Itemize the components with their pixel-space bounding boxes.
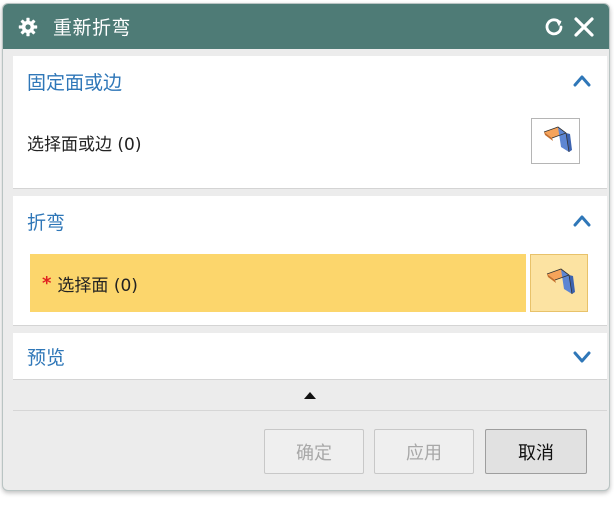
close-icon[interactable] <box>569 12 599 42</box>
cancel-button[interactable]: 取消 <box>485 429 587 474</box>
select-face-or-edge-button[interactable] <box>531 118 580 164</box>
group-label-fixed: 固定面或边 <box>27 71 123 94</box>
face-select-icon <box>543 126 572 153</box>
select-face-row[interactable]: * 选择面 (0) <box>30 254 526 312</box>
rebend-dialog: 重新折弯 固定面或边 选择面或边 (0) 折弯 * 选择面 (0) 预览 确定 … <box>2 3 610 491</box>
face-select-icon <box>546 268 575 295</box>
group-label-bend: 折弯 <box>27 211 66 234</box>
group-header-preview[interactable]: 预览 <box>13 333 607 380</box>
select-face-label: 选择面 (0) <box>57 275 138 296</box>
dialog-title: 重新折弯 <box>53 17 132 39</box>
triangle-up-icon <box>304 392 316 399</box>
group-label-preview: 预览 <box>27 347 66 369</box>
ok-button[interactable]: 确定 <box>264 429 364 474</box>
apply-button[interactable]: 应用 <box>374 429 474 474</box>
collapse-toggle[interactable] <box>13 381 607 411</box>
group-bend: 折弯 * 选择面 (0) <box>13 196 607 326</box>
group-preview: 预览 <box>13 333 607 380</box>
title-bar[interactable]: 重新折弯 <box>3 4 609 49</box>
chevron-up-icon[interactable] <box>571 70 593 92</box>
group-fixed-face-or-edge: 固定面或边 选择面或边 (0) <box>13 56 607 189</box>
gear-icon[interactable] <box>17 16 39 38</box>
group-header-bend[interactable]: 折弯 <box>13 196 607 246</box>
chevron-up-icon[interactable] <box>571 210 593 232</box>
select-face-or-edge-label: 选择面或边 (0) <box>27 135 142 155</box>
required-marker: * <box>42 272 52 294</box>
select-face-button[interactable] <box>530 254 588 312</box>
reset-icon[interactable] <box>539 12 569 42</box>
group-header-fixed[interactable]: 固定面或边 <box>13 56 607 106</box>
chevron-down-icon[interactable] <box>571 346 593 368</box>
select-face-or-edge-row[interactable]: 选择面或边 (0) <box>27 130 141 155</box>
